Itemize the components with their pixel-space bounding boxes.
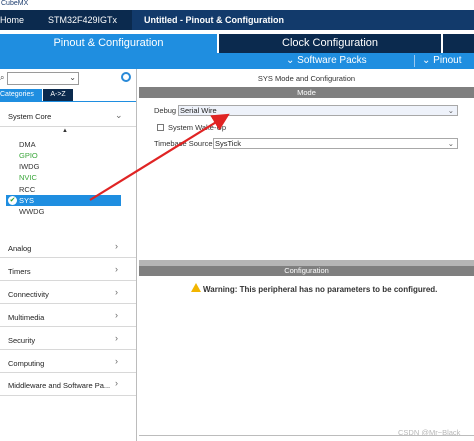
software-packs-menu[interactable]: ⌄ Software Packs [286, 53, 367, 69]
chevron-right-icon[interactable]: › [115, 241, 118, 251]
divider [0, 372, 136, 373]
category-multimedia[interactable]: Multimedia [8, 313, 44, 325]
check-icon: ✔ [8, 196, 17, 205]
divider [0, 326, 136, 327]
tab-a-to-z[interactable]: A->Z [43, 89, 73, 101]
sys-config-panel: SYS Mode and Configuration Mode Debug Se… [139, 69, 474, 441]
list-item-nvic[interactable]: NVIC [19, 173, 37, 182]
list-item-dma[interactable]: DMA [19, 140, 36, 149]
debug-value: Serial Wire [180, 106, 217, 115]
tab-categories[interactable]: Categories [0, 89, 42, 101]
chevron-right-icon[interactable]: › [115, 310, 118, 320]
debug-select[interactable]: Serial Wire ⌄ [178, 105, 458, 116]
category-system-core[interactable]: System Core [8, 112, 51, 124]
list-item-gpio[interactable]: GPIO [19, 151, 38, 160]
chevron-down-icon[interactable]: ⌄ [448, 106, 454, 115]
list-item-sys[interactable]: ✔ SYS [6, 195, 121, 206]
search-input[interactable]: ⌄ [7, 72, 79, 85]
divider [0, 303, 136, 304]
chevron-right-icon[interactable]: › [115, 333, 118, 343]
toolbar-divider [414, 55, 415, 67]
gear-icon[interactable] [121, 72, 131, 82]
warning-message: Warning: This peripheral has no paramete… [203, 285, 438, 294]
debug-label: Debug [154, 106, 177, 115]
chevron-right-icon[interactable]: › [115, 264, 118, 274]
tab-clock-configuration[interactable]: Clock Configuration [219, 34, 441, 53]
sub-toolbar: ⌄ Software Packs ⌄ Pinout [0, 53, 474, 69]
timebase-value: SysTick [215, 139, 241, 148]
chevron-right-icon[interactable]: › [115, 378, 118, 388]
chevron-down-icon[interactable]: ⌄ [69, 73, 76, 82]
main-tabs: Pinout & Configuration Clock Configurati… [0, 34, 474, 53]
timebase-label: Timebase Source [154, 139, 213, 148]
category-security[interactable]: Security [8, 336, 35, 348]
timebase-select[interactable]: SysTick ⌄ [213, 138, 458, 149]
warning-icon [191, 283, 201, 292]
category-computing[interactable]: Computing [8, 359, 44, 371]
breadcrumb-home[interactable]: Home [0, 10, 42, 30]
divider [0, 395, 136, 396]
pinout-menu[interactable]: ⌄ Pinout [422, 53, 462, 69]
search-icon[interactable]: ⌕ [0, 73, 4, 83]
category-analog[interactable]: Analog [8, 244, 31, 256]
tab-pinout-configuration[interactable]: Pinout & Configuration [0, 34, 217, 53]
divider [0, 257, 136, 258]
system-wakeup-checkbox[interactable] [157, 124, 164, 131]
sort-icon[interactable]: ▲ [62, 128, 68, 134]
list-item-wwdg[interactable]: WWDG [19, 207, 44, 216]
divider [0, 126, 136, 127]
watermark: CSDN @Mr~Black [398, 428, 461, 437]
categories-panel: ⌕ ⌄ Categories A->Z System Core ⌄ ▲ DMA … [0, 69, 137, 441]
app-title: CubeMX [1, 0, 29, 7]
configuration-header: Configuration [139, 266, 474, 276]
panel-title: SYS Mode and Configuration [257, 74, 356, 83]
list-item-rcc[interactable]: RCC [19, 185, 35, 194]
system-wakeup-label: System Wake-Up [168, 123, 227, 132]
tab-more[interactable] [443, 34, 474, 53]
chevron-down-icon[interactable]: ⌄ [448, 139, 454, 148]
mode-header: Mode [139, 87, 474, 98]
app-title-bar: CubeMX [0, 0, 474, 10]
tab-underline [0, 101, 136, 102]
category-middleware[interactable]: Middleware and Software Pa... [8, 381, 110, 393]
chevron-right-icon[interactable]: › [115, 356, 118, 366]
breadcrumb-project[interactable]: Untitled - Pinout & Configuration [132, 10, 474, 30]
list-item-label: SYS [19, 196, 35, 205]
category-timers[interactable]: Timers [8, 267, 31, 279]
category-connectivity[interactable]: Connectivity [8, 290, 49, 302]
chevron-right-icon[interactable]: › [115, 287, 118, 297]
list-item-iwdg[interactable]: IWDG [19, 162, 39, 171]
chevron-up-icon[interactable]: ⌄ [115, 110, 123, 121]
breadcrumb-mcu[interactable]: STM32F429IGTx [42, 10, 132, 30]
divider [0, 349, 136, 350]
divider [0, 280, 136, 281]
breadcrumb: Home STM32F429IGTx Untitled - Pinout & C… [0, 10, 474, 30]
